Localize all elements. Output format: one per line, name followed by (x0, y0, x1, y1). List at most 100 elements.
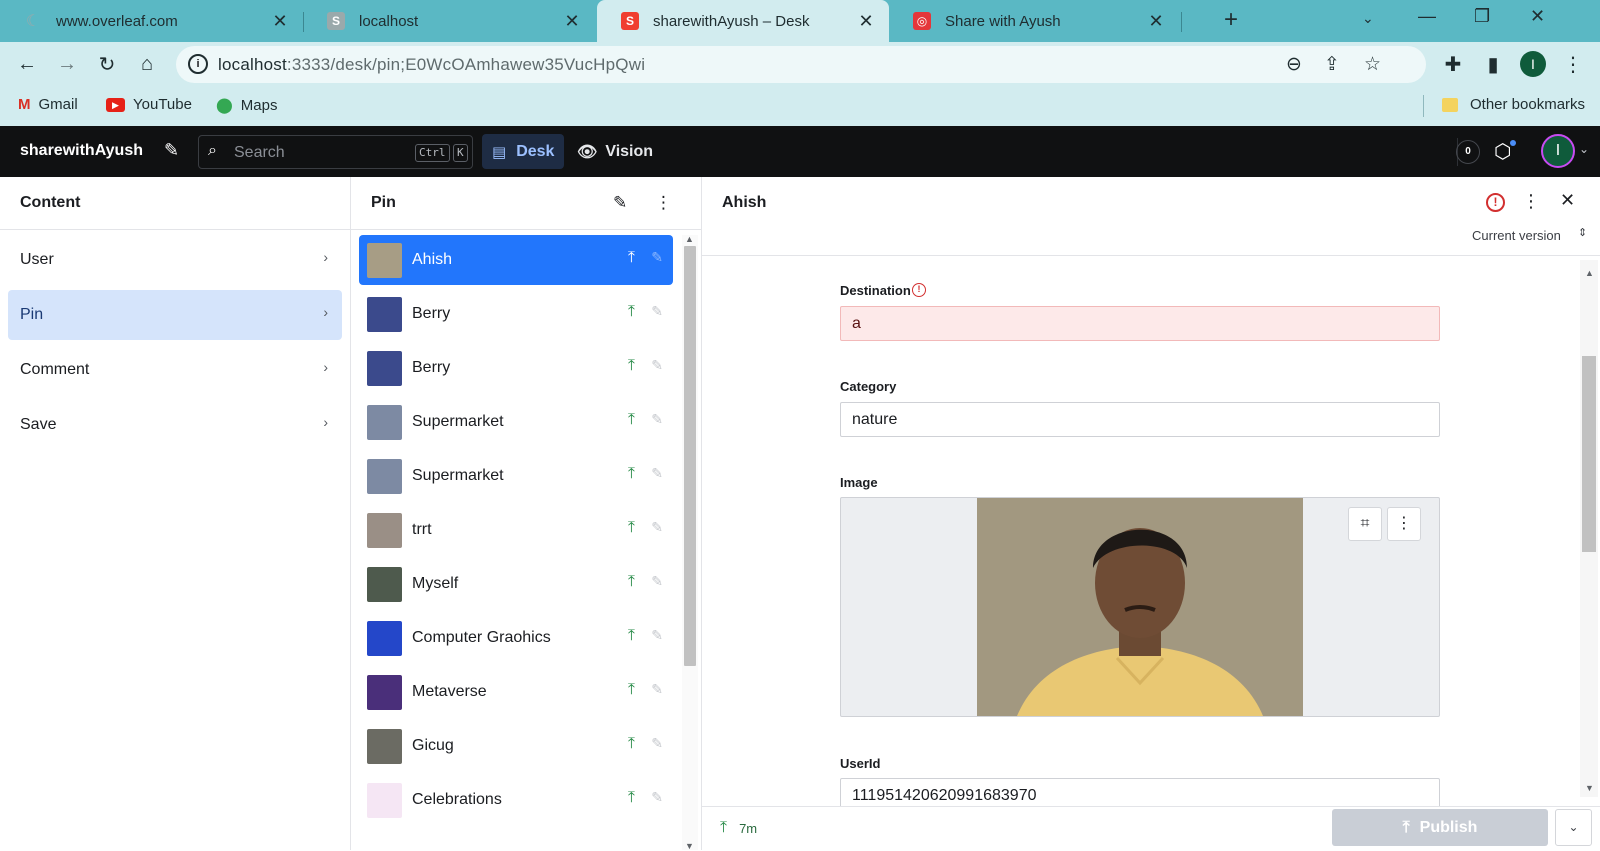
document-menu-icon[interactable]: ⋮ (1522, 191, 1540, 212)
zoom-icon[interactable]: ⊖ (1286, 53, 1302, 76)
pin-list-item[interactable]: Metaverse ⤒ ✎ (359, 667, 673, 717)
scroll-up-icon[interactable]: ▲ (1585, 268, 1594, 278)
close-icon[interactable]: ✕ (1560, 190, 1575, 211)
url-text[interactable]: localhost:3333/desk/pin;E0WcOAmhawew35Vu… (218, 55, 645, 75)
pin-list-item[interactable]: Berry ⤒ ✎ (359, 289, 673, 339)
tab-title: www.overleaf.com (56, 12, 178, 30)
pin-list-item[interactable]: Myself ⤒ ✎ (359, 559, 673, 609)
studio-search-input[interactable]: ⌕ Search Ctrl K (198, 135, 473, 169)
pin-thumbnail (367, 674, 402, 710)
destination-field[interactable]: a (840, 306, 1440, 341)
published-icon: ⤒ (627, 411, 635, 428)
edit-icon: ✎ (651, 681, 663, 697)
bookmark-youtube[interactable]: ▶ YouTube (106, 96, 192, 113)
share-icon[interactable]: ⇪ (1324, 53, 1340, 76)
close-icon[interactable]: ✕ (271, 11, 289, 32)
content-pane: Content User › Pin › Comment › Save › (0, 177, 351, 850)
tab-search-icon[interactable]: ⌄ (1362, 10, 1374, 27)
user-avatar[interactable]: I (1541, 134, 1575, 168)
warning-icon[interactable]: ! (912, 283, 926, 297)
close-icon[interactable]: ✕ (1147, 11, 1165, 32)
maps-icon: ⬤ (216, 97, 233, 114)
back-icon[interactable]: ← (14, 51, 40, 77)
minimize-icon[interactable]: — (1418, 6, 1436, 27)
version-selector[interactable]: Current version (1472, 228, 1561, 243)
browser-toolbar: ← → ↻ ⌂ i localhost:3333/desk/pin;E0WcOA… (0, 42, 1600, 87)
pin-label: Computer Graohics (412, 629, 551, 646)
chevron-down-icon[interactable]: ⌄ (1555, 809, 1592, 846)
publish-label: Publish (1419, 818, 1478, 836)
reload-icon[interactable]: ↻ (94, 51, 120, 77)
site-info-icon[interactable]: i (188, 54, 208, 74)
userid-field[interactable]: 111951420620991683970 (840, 778, 1440, 806)
published-icon: ⤒ (720, 819, 728, 836)
compose-icon[interactable]: ✎ (613, 193, 627, 213)
edit-icon: ✎ (651, 519, 663, 535)
new-document-icon[interactable]: ✎ (164, 140, 179, 161)
document-scroll-thumb[interactable] (1582, 356, 1596, 552)
pin-list-item[interactable]: Supermarket ⤒ ✎ (359, 451, 673, 501)
package-icon[interactable]: ⬡ (1494, 139, 1511, 164)
browser-tab-share[interactable]: ◎ Share with Ayush ✕ (889, 0, 1179, 42)
pin-label: Gicug (412, 737, 454, 754)
pin-list-item[interactable]: Supermarket ⤒ ✎ (359, 397, 673, 447)
browser-tab-localhost[interactable]: S localhost ✕ (303, 0, 595, 42)
chevron-updown-icon[interactable]: ⇕ (1578, 226, 1587, 239)
edit-icon: ✎ (651, 789, 663, 805)
userid-field-clip: 111951420620991683970 (840, 778, 1440, 806)
chevron-right-icon: › (323, 359, 328, 375)
studio-brand[interactable]: sharewithAyush (20, 142, 143, 160)
publish-button[interactable]: ⤒ Publish (1332, 809, 1548, 846)
chevron-down-icon[interactable]: ⌄ (1579, 142, 1589, 156)
edit-icon: ✎ (651, 735, 663, 751)
pin-list-item[interactable]: Ahish ⤒ ✎ (359, 235, 673, 285)
restore-icon[interactable]: ❐ (1474, 6, 1490, 27)
image-menu-icon[interactable]: ⋮ (1387, 507, 1421, 541)
pin-list-item[interactable]: Computer Graohics ⤒ ✎ (359, 613, 673, 663)
type-label: Pin (20, 306, 44, 323)
type-item-pin[interactable]: Pin › (8, 290, 342, 340)
notifications-badge[interactable]: 0 (1456, 140, 1480, 164)
desk-tool-button[interactable]: ▤ Desk (482, 134, 564, 169)
browser-menu-icon[interactable]: ⋮ (1560, 51, 1586, 77)
pin-list-item[interactable]: Berry ⤒ ✎ (359, 343, 673, 393)
youtube-icon: ▶ (106, 97, 125, 112)
bookmark-gmail[interactable]: M Gmail (18, 96, 78, 113)
pin-list-item[interactable]: Gicug ⤒ ✎ (359, 721, 673, 771)
crop-icon[interactable]: ⌗ (1348, 507, 1382, 541)
forward-icon[interactable]: → (54, 51, 80, 77)
home-icon[interactable]: ⌂ (134, 51, 160, 77)
type-item-save[interactable]: Save › (8, 400, 342, 450)
side-panel-icon[interactable]: ▮ (1480, 51, 1506, 77)
kbd-ctrl: Ctrl (415, 144, 450, 162)
profile-avatar[interactable]: I (1520, 51, 1546, 77)
close-icon[interactable]: ✕ (857, 11, 875, 32)
publish-icon: ⤒ (1402, 818, 1410, 836)
vision-tool-button[interactable]: 👁 Vision (577, 142, 653, 162)
category-field[interactable]: nature (840, 402, 1440, 437)
image-field[interactable]: ⌗ ⋮ (840, 497, 1440, 717)
more-menu-icon[interactable]: ⋮ (655, 193, 672, 213)
extensions-icon[interactable]: ✚ (1440, 51, 1466, 77)
browser-tab-overleaf[interactable]: ☾ www.overleaf.com ✕ (0, 0, 303, 42)
scroll-down-icon[interactable]: ▼ (1585, 783, 1594, 793)
other-bookmarks[interactable]: Other bookmarks (1442, 96, 1585, 113)
validation-warning-icon[interactable]: ! (1486, 193, 1505, 212)
bookmark-star-icon[interactable]: ☆ (1364, 53, 1381, 76)
image-label: Image (840, 475, 878, 490)
window-close-icon[interactable]: ✕ (1530, 6, 1545, 27)
close-icon[interactable]: ✕ (563, 11, 581, 32)
pin-label: Ahish (412, 251, 453, 268)
new-tab-button[interactable]: + (1224, 6, 1238, 34)
chevron-right-icon: › (323, 414, 328, 430)
type-item-comment[interactable]: Comment › (8, 345, 342, 395)
browser-tab-desk[interactable]: S sharewithAyush – Desk ✕ (597, 0, 889, 42)
pin-list: Ahish ⤒ ✎ Berry ⤒ ✎ Berry ⤒ ✎ Supermarket ⤒ ✎ Superm… (359, 235, 673, 829)
type-item-user[interactable]: User › (8, 235, 342, 285)
pin-list-item[interactable]: Celebrations ⤒ ✎ (359, 775, 673, 825)
pin-list-item[interactable]: trrt ⤒ ✎ (359, 505, 673, 555)
pin-list-scroll-thumb[interactable] (684, 246, 696, 666)
scroll-up-icon[interactable]: ▲ (685, 234, 694, 244)
address-bar[interactable]: i localhost:3333/desk/pin;E0WcOAmhawew35… (176, 46, 1426, 83)
bookmark-maps[interactable]: ⬤ Maps (216, 96, 277, 115)
